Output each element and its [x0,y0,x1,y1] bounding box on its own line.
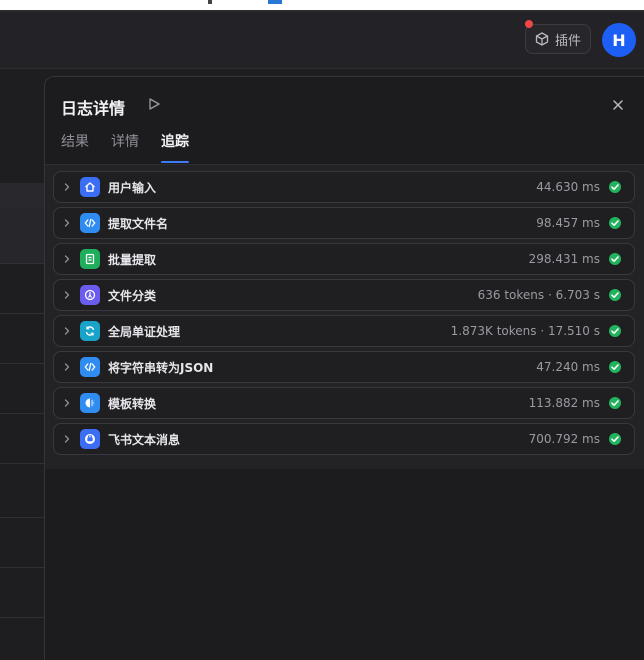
trace-node-stat: 700.792 ms [528,432,600,446]
trace-node-row[interactable]: 文件分类 636 tokens · 6.703 s [53,279,635,311]
trace-node-label: 文件分类 [108,288,157,303]
chevron-right-icon[interactable] [62,398,72,408]
trace-node-row[interactable]: 批量提取 298.431 ms [53,243,635,275]
trace-node-label: 飞书文本消息 [108,432,181,447]
check-circle-icon [609,217,621,229]
chevron-right-icon[interactable] [62,218,72,228]
play-icon[interactable] [147,97,161,111]
trace-node-label: 将字符串转为JSON [108,360,214,375]
check-circle-icon [609,181,621,193]
trace-node-label: 模板转换 [108,396,157,411]
trace-node-label: 全局单证处理 [108,324,181,339]
tab-details[interactable]: 详情 [111,133,139,165]
code-icon [80,357,100,377]
chevron-right-icon[interactable] [62,182,72,192]
loop-icon [80,321,100,341]
message-icon [80,429,100,449]
avatar-letter: H [612,30,626,50]
close-icon[interactable] [611,98,625,112]
tab-result[interactable]: 结果 [61,133,89,165]
cube-icon [535,32,549,46]
trace-node-list: 用户输入 44.630 ms 提取文件名 98.457 ms 批量提取 298.431 m… [53,171,635,459]
classify-icon [80,285,100,305]
top-edge-mark [208,0,212,4]
trace-node-row[interactable]: 提取文件名 98.457 ms [53,207,635,239]
trace-node-stat: 636 tokens · 6.703 s [477,288,600,302]
trace-node-row[interactable]: 全局单证处理 1.873K tokens · 17.510 s [53,315,635,347]
trace-node-label: 提取文件名 [108,216,169,231]
trace-node-row[interactable]: 模板转换 113.882 ms [53,387,635,419]
check-circle-icon [609,433,621,445]
trace-node-label: 批量提取 [108,252,157,267]
app-header: 插件 H [0,12,644,69]
template-icon [80,393,100,413]
trace-node-stat: 113.882 ms [528,396,600,410]
tab-trace[interactable]: 追踪 [161,133,189,165]
home-icon [80,177,100,197]
trace-node-row[interactable]: 将字符串转为JSON 47.240 ms [53,351,635,383]
document-icon [80,249,100,269]
chevron-right-icon[interactable] [62,434,72,444]
trace-node-label: 用户输入 [108,180,157,195]
check-circle-icon [609,289,621,301]
trace-node-stat: 44.630 ms [536,180,600,194]
trace-node-stat: 98.457 ms [536,216,600,230]
check-circle-icon [609,325,621,337]
tab-bar: 结果 详情 追踪 [61,133,189,165]
chevron-right-icon[interactable] [62,254,72,264]
chevron-right-icon[interactable] [62,290,72,300]
log-detail-panel: 日志详情 结果 详情 追踪 用户输入 44.630 ms 提取文件名 98.457 m… [44,76,644,660]
avatar[interactable]: H [602,23,636,57]
plugin-label: 插件 [554,33,581,49]
check-circle-icon [609,253,621,265]
trace-node-stat: 1.873K tokens · 17.510 s [450,324,600,338]
panel-title: 日志详情 [61,99,126,118]
code-icon [80,213,100,233]
trace-node-stat: 47.240 ms [536,360,600,374]
top-edge-mark-accent [268,0,282,4]
chevron-right-icon[interactable] [62,326,72,336]
window-top-edge [0,0,644,12]
trace-node-row[interactable]: 飞书文本消息 700.792 ms [53,423,635,455]
chevron-right-icon[interactable] [62,362,72,372]
trace-node-stat: 298.431 ms [528,252,600,266]
plugin-button[interactable]: 插件 [525,20,591,54]
check-circle-icon [609,397,621,409]
check-circle-icon [609,361,621,373]
trace-node-row[interactable]: 用户输入 44.630 ms [53,171,635,203]
notification-dot [525,20,533,28]
